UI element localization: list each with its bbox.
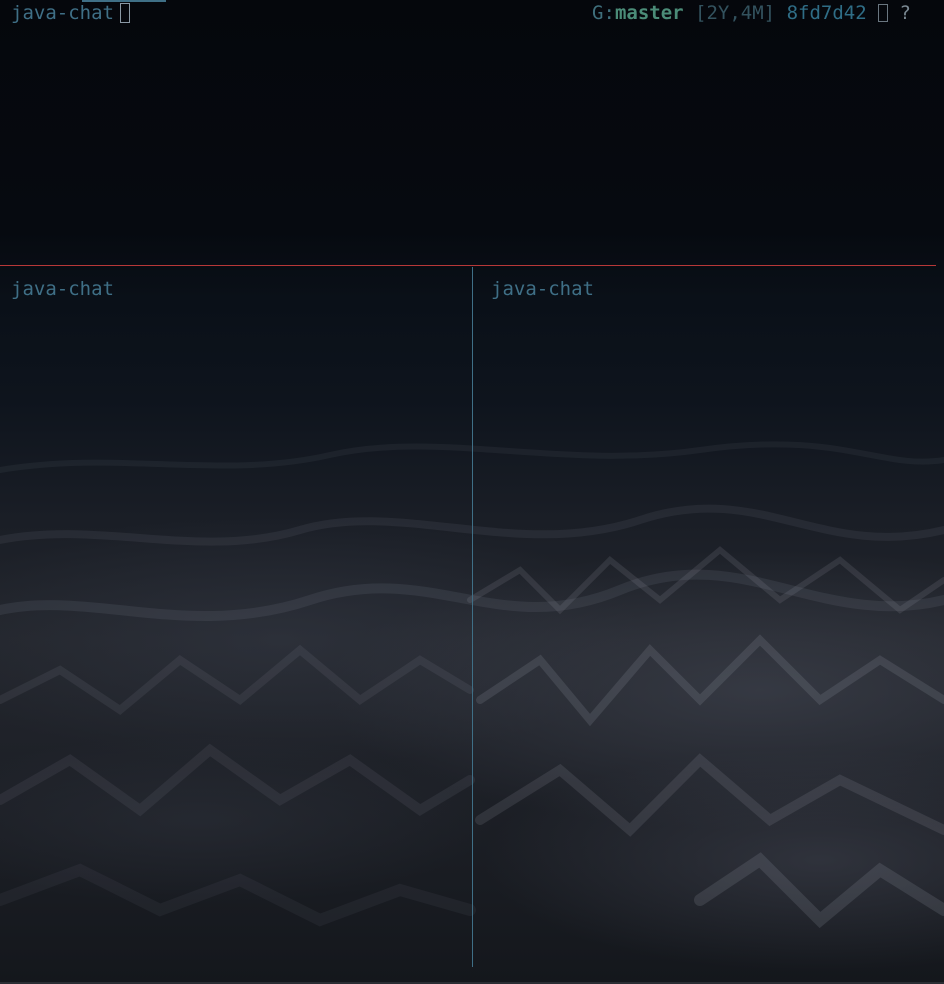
right-pane-title[interactable]: java-chat: [491, 276, 594, 302]
left-pane-title[interactable]: java-chat: [11, 276, 114, 302]
git-prefix: G:: [592, 2, 615, 24]
cursor-icon: [119, 3, 130, 23]
session-label[interactable]: java-chat: [11, 0, 130, 26]
session-name: java-chat: [11, 2, 114, 24]
active-pane-border[interactable]: [0, 265, 936, 266]
tmux-status-bar: java-chat G:master [2Y,4M] 8fd7d42 ?: [0, 0, 944, 26]
git-status-icon: [878, 4, 889, 22]
git-untracked-flag: ?: [899, 2, 911, 24]
git-branch: master: [614, 2, 684, 24]
git-age: [2Y,4M]: [695, 2, 776, 24]
pane-divider[interactable]: [472, 267, 473, 967]
git-hash: 8fd7d42: [786, 2, 867, 24]
git-status: G:master [2Y,4M] 8fd7d42 ?: [592, 0, 911, 26]
